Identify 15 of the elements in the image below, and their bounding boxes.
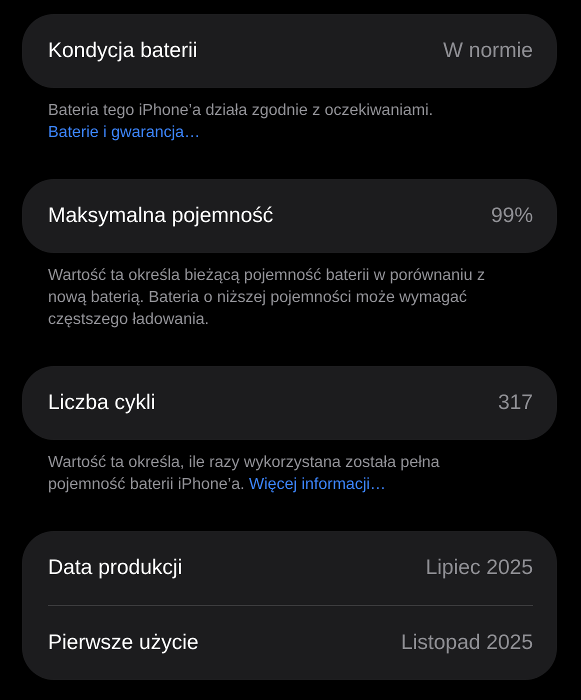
row-value: 99% (490, 204, 533, 228)
row-value: Listopad 2025 (401, 631, 533, 655)
row-label: Maksymalna pojemność (48, 204, 274, 228)
row-label: Pierwsze użycie (48, 631, 199, 655)
info-link[interactable]: Więcej informacji… (249, 476, 386, 493)
footer-text: Bateria tego iPhone’a działa zgodnie z oczekiwaniami. Baterie i gwarancja… (48, 101, 434, 143)
row-label: Data produkcji (48, 556, 182, 580)
footer-text: Wartość ta określa, ile razy wykorzystana została pełna pojemność baterii iPhone’a. Więcej informacji… (48, 453, 441, 495)
row-label: Kondycja baterii (48, 39, 198, 63)
row-value: 317 (498, 391, 533, 415)
row-value: W normie (443, 39, 533, 63)
footer-text: Wartość ta określa bieżącą pojemność baterii w porównaniu z nową baterią. Bateria o niższej pojemności może wymagać częstszego ładowania. (48, 266, 486, 330)
row-label: Liczba cykli (48, 391, 156, 415)
row-value: Lipiec 2025 (426, 556, 533, 580)
info-link[interactable]: Baterie i gwarancja… (48, 124, 200, 141)
